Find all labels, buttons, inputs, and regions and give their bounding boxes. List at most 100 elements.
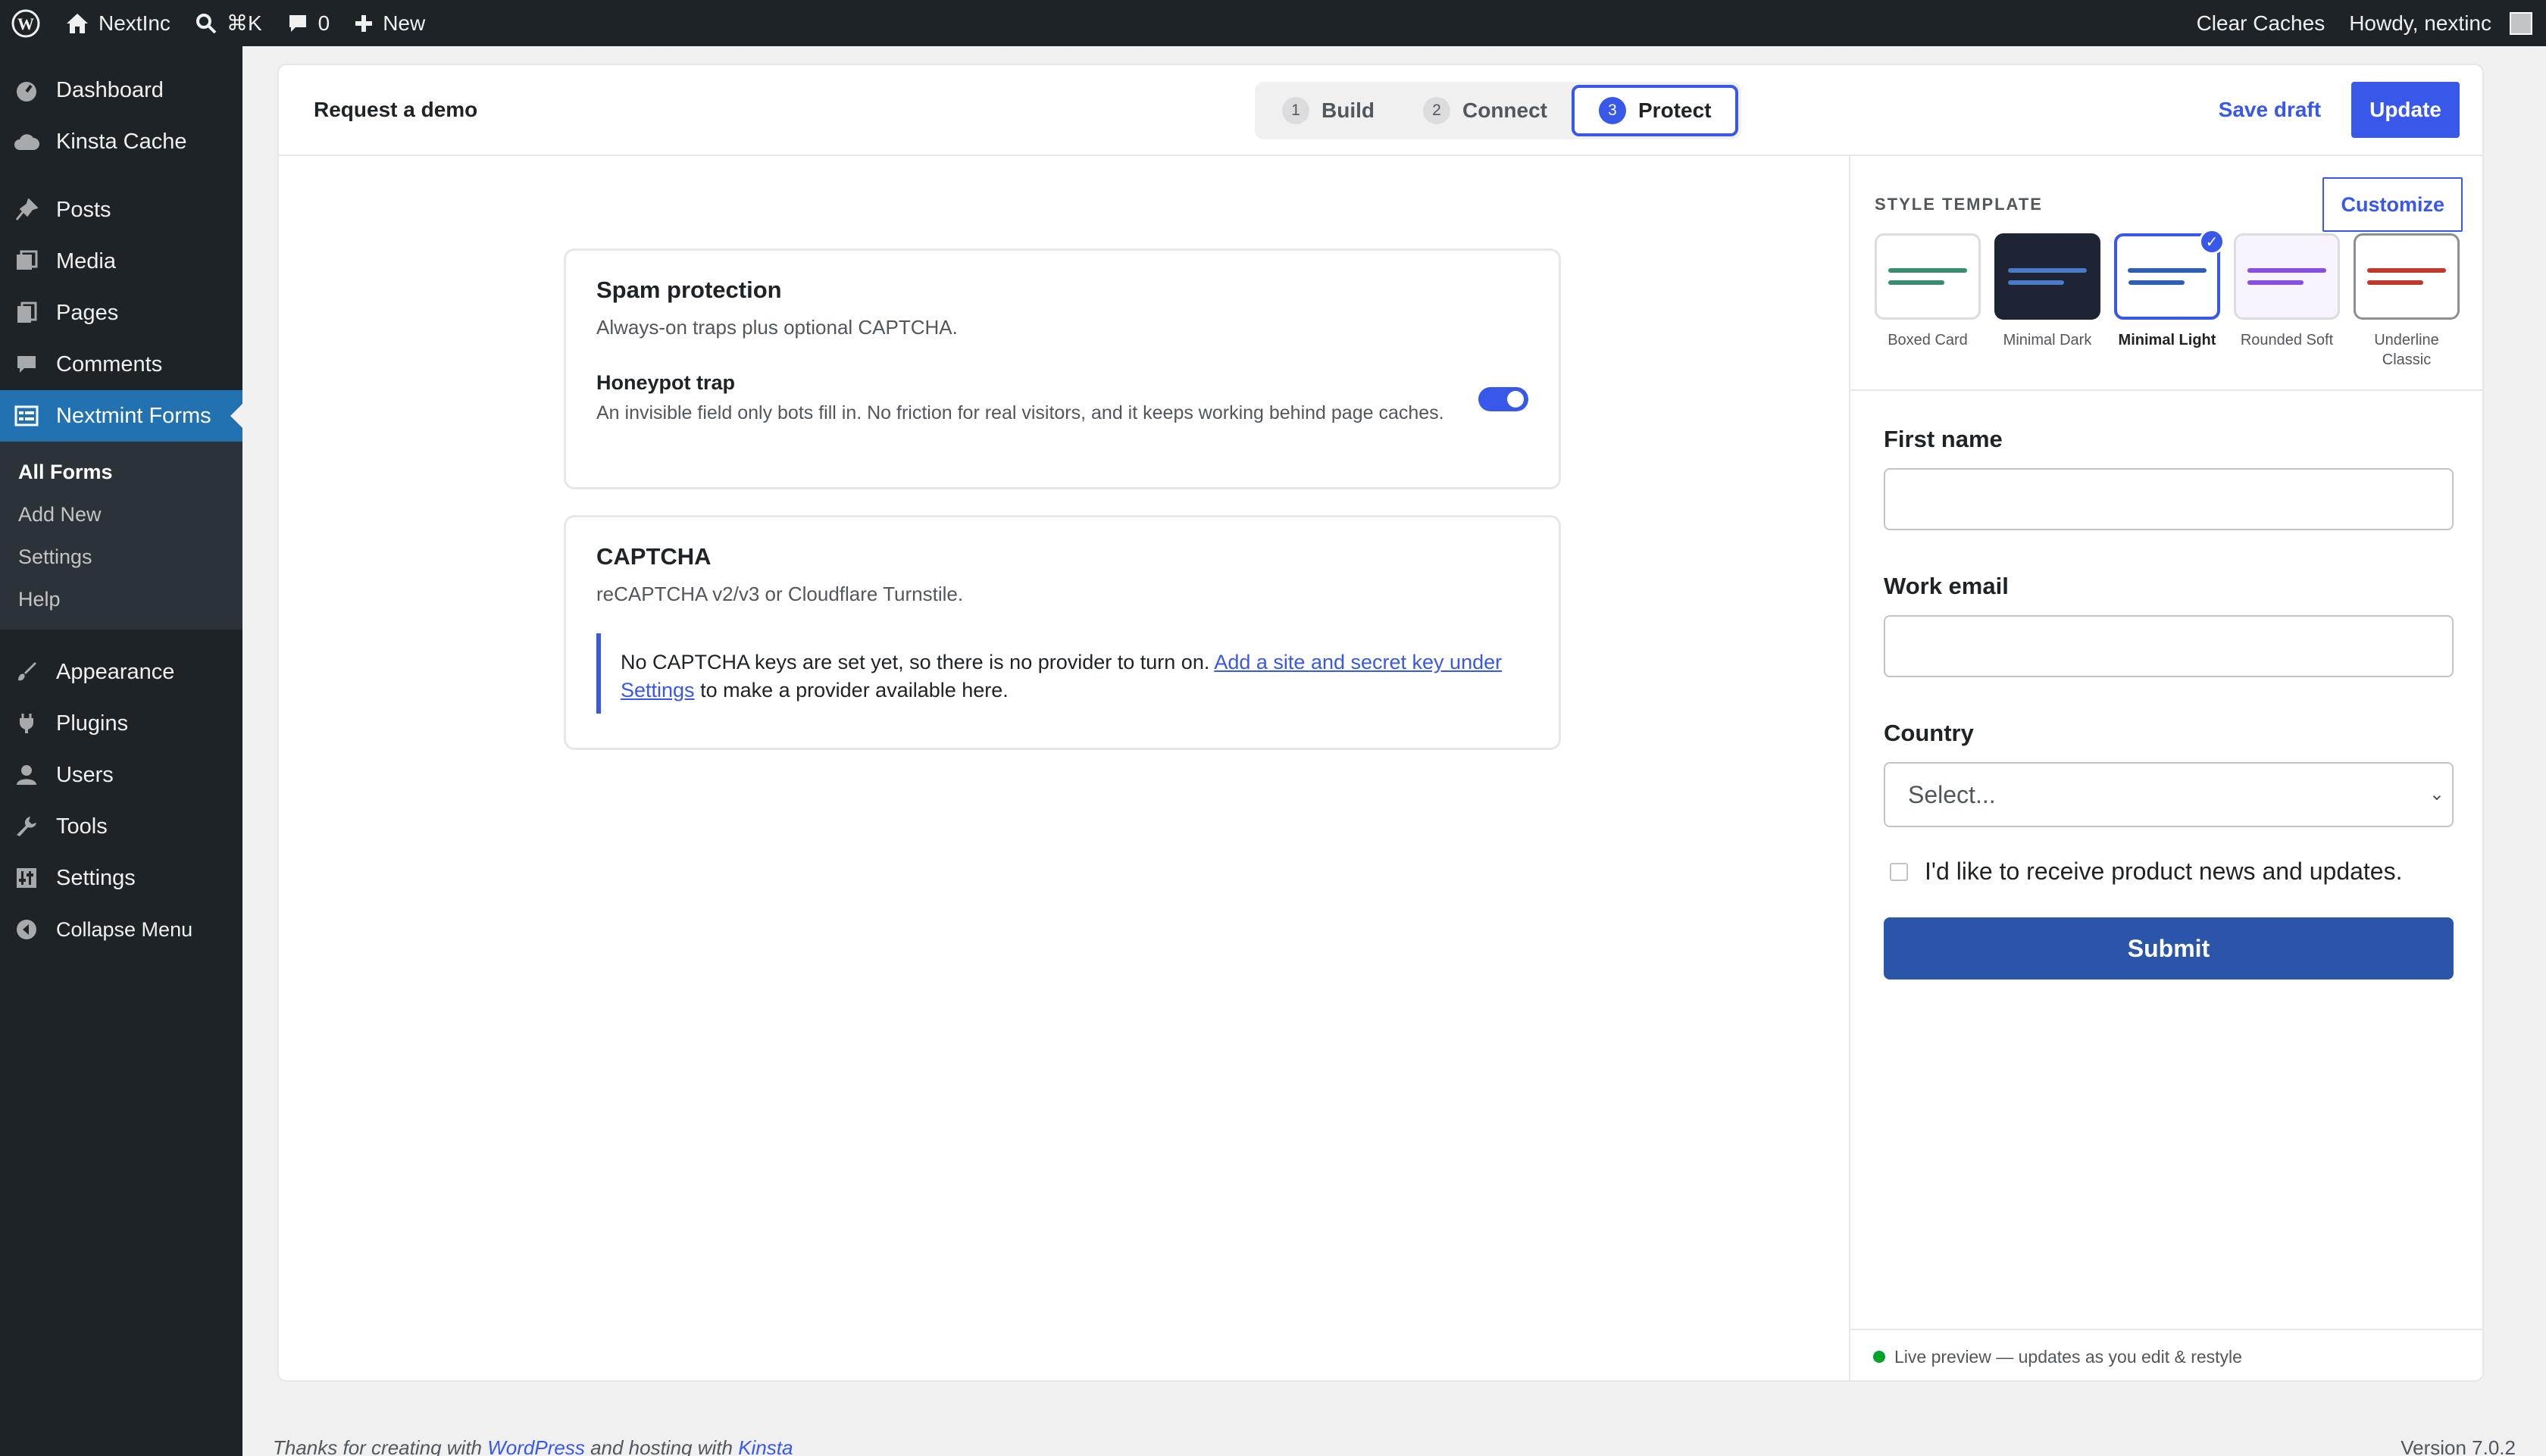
menu-label: Media [56, 248, 116, 273]
menu-label: Dashboard [56, 77, 164, 102]
new-label: New [383, 11, 426, 35]
submenu-help[interactable]: Help [0, 578, 242, 620]
card-subtitle: reCAPTCHA v2/v3 or Cloudflare Turnstile. [596, 583, 964, 605]
menu-label: Collapse Menu [56, 917, 193, 941]
template-rounded-soft[interactable]: Rounded Soft [2234, 233, 2340, 370]
admin-bar: W NextInc ⌘K 0 New Clear Caches Howdy, n… [0, 0, 2546, 46]
comment-icon [14, 352, 39, 377]
admin-footer: Thanks for creating with WordPress and h… [273, 1436, 2516, 1456]
comment-bubble-icon [289, 14, 306, 32]
selected-check-icon: ✓ [2199, 229, 2225, 255]
honeypot-description: An invisible field only bots fill in. No… [596, 402, 1444, 423]
template-name: Boxed Card [1888, 332, 1968, 348]
template-minimal-dark[interactable]: Minimal Dark [1994, 233, 2100, 370]
submenu-all-forms[interactable]: All Forms [0, 451, 242, 493]
menu-item-nextmint-forms[interactable]: Nextmint Forms [0, 390, 242, 442]
site-name: NextInc [99, 11, 170, 35]
collapse-menu-button[interactable]: Collapse Menu [0, 904, 242, 955]
spam-protection-card: Spam protection Always-on traps plus opt… [564, 248, 1561, 489]
form-title: Request a demo [314, 98, 478, 121]
template-underline-classic[interactable]: Underline Classic [2354, 233, 2460, 370]
live-preview-text: Live preview — updates as you edit & res… [1894, 1346, 2242, 1367]
wordpress-logo[interactable]: W [0, 0, 53, 46]
work-email-label: Work email [1884, 573, 2009, 599]
notice-tail: to make a provider available here. [700, 679, 1009, 701]
menu-label: Users [56, 762, 114, 787]
menu-item-media[interactable]: Media [0, 236, 242, 287]
country-label: Country [1884, 720, 1974, 746]
template-minimal-light[interactable]: ✓ Minimal Light [2114, 229, 2225, 370]
submenu-settings[interactable]: Settings [0, 536, 242, 578]
clear-caches-link[interactable]: Clear Caches [2185, 0, 2338, 46]
footer-hosting-text: and hosting with [590, 1436, 733, 1456]
template-name: Rounded Soft [2240, 332, 2334, 348]
version-text: Version 7.0.2 [2401, 1436, 2516, 1456]
menu-label: Kinsta Cache [56, 129, 187, 154]
footer-thanks-prefix: Thanks for creating with [273, 1436, 483, 1456]
menu-label: Comments [56, 352, 163, 376]
template-name: Underline Classic [2374, 332, 2439, 368]
new-content-link[interactable]: New [342, 0, 437, 46]
menu-item-appearance[interactable]: Appearance [0, 646, 242, 698]
menu-item-users[interactable]: Users [0, 749, 242, 801]
search-shortcut: ⌘K [226, 11, 262, 35]
honeypot-toggle[interactable] [1478, 387, 1528, 411]
step-switcher: 1 Build 2 Connect 3 Protect [1255, 82, 1742, 139]
step-protect[interactable]: 3 Protect [1572, 85, 1739, 136]
wrench-icon [14, 814, 39, 839]
menu-item-kinsta-cache[interactable]: Kinsta Cache [0, 116, 242, 167]
menu-item-pages[interactable]: Pages [0, 287, 242, 339]
update-button[interactable]: Update [2351, 82, 2460, 138]
card-subtitle: Always-on traps plus optional CAPTCHA. [596, 316, 958, 339]
menu-item-plugins[interactable]: Plugins [0, 698, 242, 749]
menu-item-comments[interactable]: Comments [0, 339, 242, 390]
submenu-add-new[interactable]: Add New [0, 493, 242, 536]
captcha-notice: No CAPTCHA keys are set yet, so there is… [596, 633, 1528, 714]
template-boxed-card[interactable]: Boxed Card [1875, 233, 1981, 370]
style-template-label: STYLE TEMPLATE [1875, 195, 2043, 214]
menu-label: Posts [56, 197, 111, 222]
menu-label: Pages [56, 300, 119, 325]
step-label: Protect [1638, 98, 1712, 122]
admin-sidebar: Dashboard Kinsta Cache Posts Media Pages… [0, 46, 242, 1456]
step-label: Build [1321, 98, 1375, 122]
menu-label: Settings [56, 865, 136, 890]
search-icon [195, 13, 217, 33]
comments-link[interactable]: 0 [274, 0, 342, 46]
step-build[interactable]: 1 Build [1258, 85, 1399, 136]
step-connect[interactable]: 2 Connect [1399, 85, 1572, 136]
first-name-input[interactable] [1884, 468, 2454, 530]
menu-item-dashboard[interactable]: Dashboard [0, 64, 242, 116]
submit-button[interactable]: Submit [1884, 917, 2454, 980]
country-select[interactable]: Select... ⌄ [1884, 762, 2454, 827]
honeypot-title: Honeypot trap [596, 371, 736, 394]
pin-icon [14, 197, 39, 223]
step-label: Connect [1462, 98, 1547, 122]
howdy-label: Howdy, nextinc [2349, 11, 2491, 35]
plus-icon [355, 14, 373, 32]
user-icon [14, 762, 39, 788]
work-email-input[interactable] [1884, 615, 2454, 677]
cloud-icon [14, 129, 39, 155]
menu-label: Appearance [56, 659, 175, 684]
card-title: Spam protection [596, 277, 782, 303]
brush-icon [14, 659, 39, 685]
site-name-link[interactable]: NextInc [53, 0, 183, 46]
consent-checkbox[interactable] [1890, 862, 1908, 881]
consent-checkbox-row: I'd like to receive product news and upd… [1884, 858, 2451, 886]
menu-item-posts[interactable]: Posts [0, 184, 242, 236]
wordpress-link[interactable]: WordPress [487, 1436, 585, 1456]
footer-thanks: Thanks for creating with WordPress and h… [273, 1436, 793, 1456]
menu-item-tools[interactable]: Tools [0, 801, 242, 852]
customize-button[interactable]: Customize [2322, 177, 2463, 232]
search-command[interactable]: ⌘K [183, 0, 274, 46]
save-draft-button[interactable]: Save draft [2219, 98, 2321, 122]
account-menu[interactable]: Howdy, nextinc [2337, 0, 2546, 46]
step-number: 1 [1282, 97, 1309, 124]
template-picker: Boxed Card Minimal Dark ✓ Minimal Light … [1850, 229, 2482, 370]
captcha-card: CAPTCHA reCAPTCHA v2/v3 or Cloudflare Tu… [564, 515, 1561, 750]
menu-item-settings[interactable]: Settings [0, 852, 242, 904]
status-dot-icon [1873, 1351, 1885, 1363]
plug-icon [14, 711, 39, 736]
kinsta-link[interactable]: Kinsta [738, 1436, 793, 1456]
